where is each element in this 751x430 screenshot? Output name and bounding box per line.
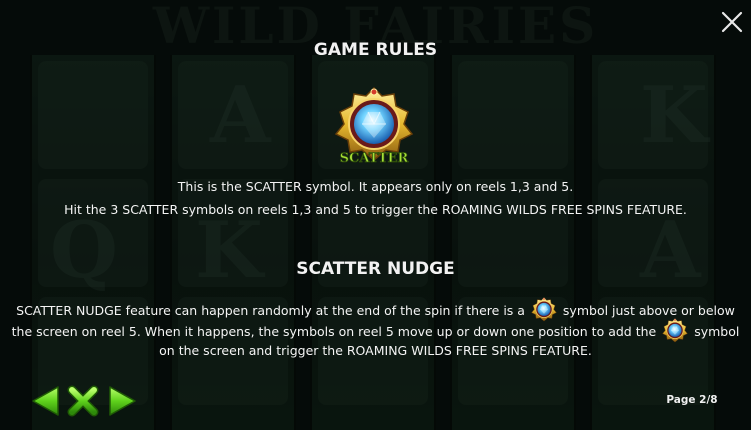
nudge-text-2b: symbol [694,324,740,339]
rules-text-line-1: This is the SCATTER symbol. It appears o… [177,179,574,194]
page-title: GAME RULES [313,40,438,60]
page-indicator: Page 2/8 [666,394,718,406]
arrow-left-icon [32,386,59,416]
arrow-right-icon [109,386,136,416]
next-page-button[interactable] [104,384,138,418]
nudge-text-1a: SCATTER NUDGE feature can happen randoml… [16,303,525,318]
nudge-text-line-3: on the screen and trigger the ROAMING WI… [159,343,592,358]
scatter-label: SCATTER [340,151,409,166]
scatter-symbol: SCATTER [335,87,413,166]
exit-rules-button[interactable] [66,384,100,418]
nudge-text-2a: the screen on reel 5. When it happens, t… [11,324,657,339]
nudge-text-1b: symbol just above or below [562,303,735,318]
section-title-scatter-nudge: SCATTER NUDGE [296,259,455,279]
rules-text-line-2: Hit the 3 SCATTER symbols on reels 1,3 a… [64,202,687,217]
close-icon [721,11,743,33]
close-button[interactable] [720,10,744,34]
x-icon [67,385,99,417]
prev-page-button[interactable] [30,384,64,418]
